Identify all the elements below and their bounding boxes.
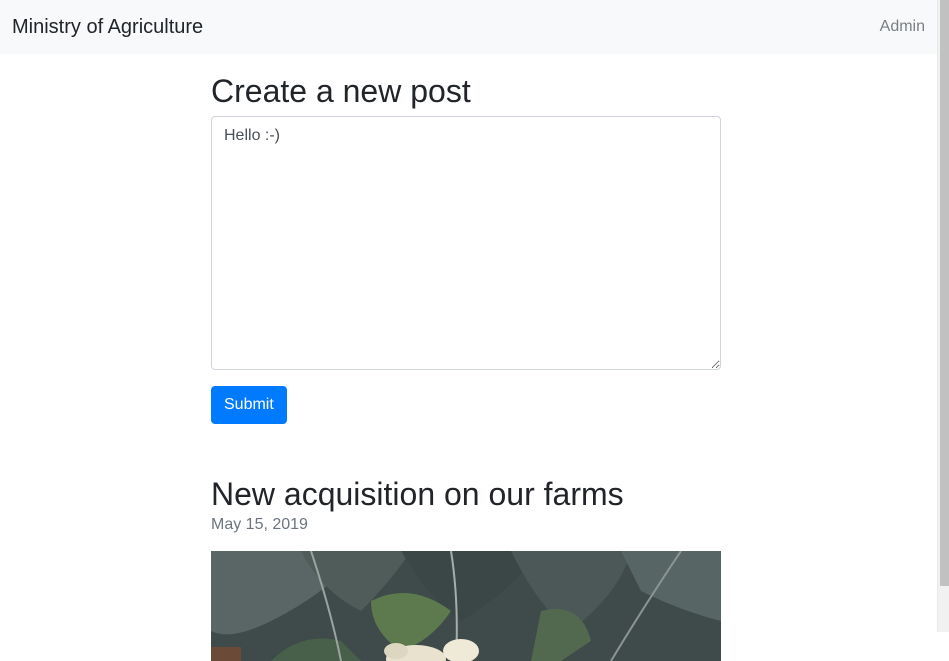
- brand-link[interactable]: Ministry of Agriculture: [12, 16, 203, 39]
- post-article: New acquisition on our farms May 15, 201…: [211, 474, 721, 661]
- navbar: Ministry of Agriculture Admin: [0, 0, 937, 54]
- main-content: Create a new post Submit New acquisition…: [211, 54, 721, 661]
- post-textarea[interactable]: [211, 116, 721, 370]
- vertical-scrollbar[interactable]: [937, 0, 949, 632]
- scrollbar-thumb[interactable]: [940, 0, 949, 586]
- post-date: May 15, 2019: [211, 516, 308, 533]
- cauliflower-photo: [211, 551, 721, 661]
- page-title: Create a new post: [211, 73, 471, 109]
- submit-button[interactable]: Submit: [211, 386, 287, 424]
- post-image: [211, 551, 721, 661]
- admin-link[interactable]: Admin: [880, 18, 925, 36]
- post-title: New acquisition on our farms: [211, 476, 624, 512]
